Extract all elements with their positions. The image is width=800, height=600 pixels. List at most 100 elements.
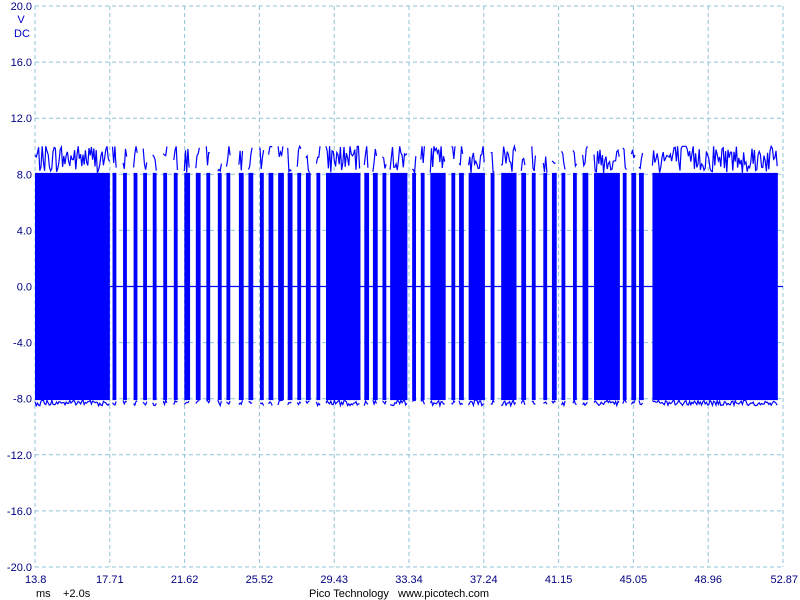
- signal-burst: [551, 160, 557, 405]
- burst-core: [531, 172, 536, 401]
- burst-core: [521, 172, 527, 401]
- signal-burst: [420, 146, 425, 405]
- burst-core: [412, 172, 416, 401]
- burst-core: [451, 172, 456, 401]
- burst-core: [490, 172, 495, 401]
- signal-burst: [238, 150, 244, 406]
- burst-core: [226, 172, 231, 401]
- y-tick-label: -8.0: [13, 394, 32, 406]
- signal-burst: [205, 146, 211, 404]
- y-tick-label: 0.0: [17, 282, 32, 294]
- signal-burst: [458, 146, 464, 406]
- burst-core: [143, 172, 147, 401]
- burst-core: [287, 172, 293, 401]
- signal-burst: [225, 146, 231, 406]
- signal-burst: [411, 156, 417, 402]
- y-axis-unit: V: [17, 14, 25, 26]
- burst-core: [173, 172, 178, 401]
- y-tick-label: 8.0: [17, 169, 32, 181]
- x-tick-label: 17.71: [96, 574, 124, 586]
- signal-burst: [593, 148, 620, 408]
- y-tick-label: -16.0: [7, 506, 32, 518]
- x-tick-label: 48.96: [694, 574, 722, 586]
- burst-core: [268, 172, 274, 401]
- signal-burst: [34, 144, 110, 408]
- burst-core: [543, 172, 548, 401]
- burst-core: [297, 172, 302, 401]
- burst-core: [459, 172, 464, 401]
- y-tick-label: 16.0: [11, 57, 32, 69]
- signal-burst: [162, 146, 168, 407]
- x-tick-label: 13.8: [25, 574, 46, 586]
- signal-burst: [389, 146, 408, 407]
- signal-burst: [217, 163, 222, 408]
- signal-burst: [142, 148, 148, 406]
- signal-burst: [468, 146, 485, 408]
- burst-core: [430, 172, 446, 401]
- burst-core: [561, 172, 566, 401]
- x-tick-label: 25.52: [246, 574, 274, 586]
- burst-core: [622, 172, 627, 401]
- y-tick-label: 4.0: [17, 225, 32, 237]
- signal-burst: [490, 151, 495, 405]
- burst-core: [372, 172, 378, 401]
- burst-core: [390, 172, 408, 401]
- burst-core: [501, 172, 517, 401]
- signal-burst: [372, 148, 378, 406]
- signal-burst: [520, 157, 527, 405]
- burst-core: [572, 172, 577, 401]
- burst-core: [217, 172, 222, 401]
- signal-burst: [173, 146, 178, 405]
- burst-core: [468, 172, 485, 401]
- signal-burst: [296, 144, 302, 406]
- brand-label: Pico Technology: [309, 588, 389, 600]
- burst-core: [133, 172, 138, 401]
- signal-burst: [152, 154, 157, 407]
- signal-burst: [630, 149, 637, 405]
- signal-burst: [429, 146, 446, 408]
- signal-burst: [111, 146, 117, 406]
- signal-burst: [542, 156, 548, 405]
- signal-burst: [638, 152, 644, 406]
- signal-burst: [363, 146, 370, 406]
- signal-burst: [451, 145, 456, 405]
- burst-core: [163, 172, 168, 401]
- x-tick-label: 33.34: [395, 574, 423, 586]
- burst-core: [152, 172, 157, 401]
- y-tick-label: -12.0: [7, 450, 32, 462]
- website-label: www.picotech.com: [397, 588, 489, 600]
- signal-burst: [531, 146, 536, 405]
- burst-core: [123, 172, 127, 401]
- signal-burst: [259, 147, 265, 406]
- burst-core: [639, 172, 644, 401]
- x-tick-label: 37.24: [470, 574, 498, 586]
- signal-burst: [133, 146, 138, 407]
- burst-core: [652, 172, 778, 401]
- burst-core: [35, 172, 110, 401]
- signal-burst: [651, 144, 778, 408]
- oscilloscope-chart: 20.0 16.0 12.0 8.0 4.0 0.0 -4.0 -8.0 -12.0 -16.0 -…: [0, 0, 800, 600]
- signal-burst: [500, 143, 517, 408]
- signal-burst: [560, 150, 566, 408]
- y-axis-coupling: DC: [14, 28, 30, 40]
- signal-burst: [268, 145, 274, 406]
- y-tick-label: 12.0: [11, 113, 32, 125]
- signal-burst: [325, 145, 361, 408]
- burst-core: [326, 172, 361, 401]
- burst-core: [184, 172, 191, 401]
- y-tick-label: -4.0: [13, 338, 32, 350]
- x-tick-label: 21.62: [171, 574, 199, 586]
- y-tick-label: -20.0: [7, 562, 32, 574]
- x-axis-unit: ms: [36, 588, 51, 600]
- x-tick-label: 29.43: [320, 574, 348, 586]
- burst-core: [551, 172, 557, 401]
- signal-burst: [382, 156, 387, 406]
- burst-core: [259, 172, 264, 401]
- x-tick-label: 52.87: [770, 574, 798, 586]
- burst-core: [305, 172, 311, 401]
- signal-burst: [122, 148, 128, 406]
- x-tick-label: 41.15: [545, 574, 573, 586]
- burst-lower-envelope: [372, 399, 378, 406]
- burst-core: [278, 172, 284, 401]
- burst-core: [112, 172, 117, 401]
